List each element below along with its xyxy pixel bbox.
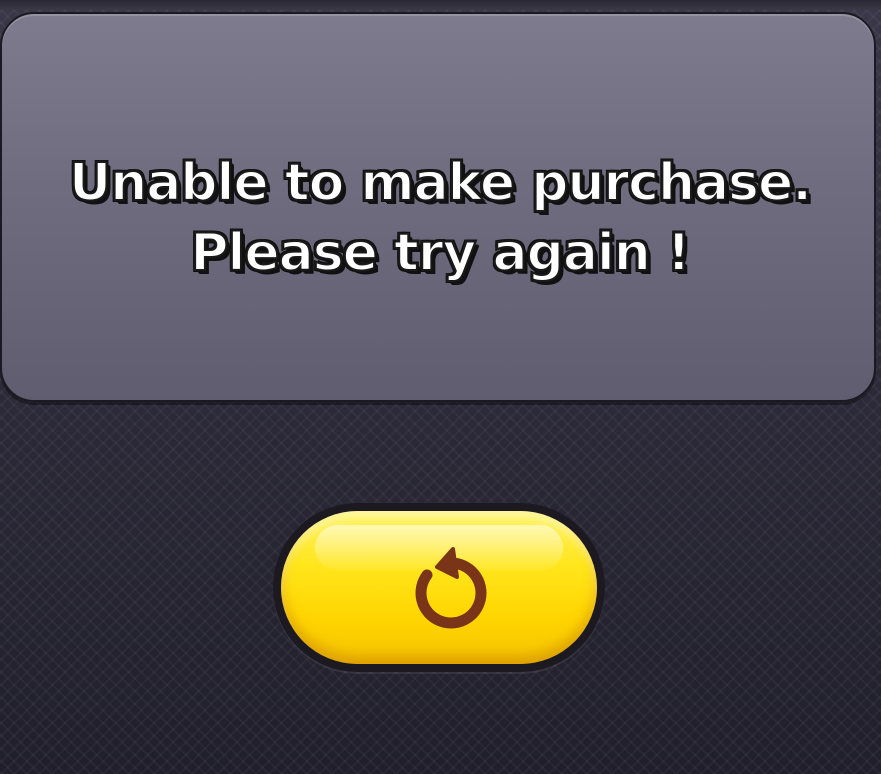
- top-border: [0, 0, 881, 10]
- error-message: Unable to make purchase. Please try agai…: [22, 148, 858, 288]
- message-panel: Unable to make purchase. Please try agai…: [0, 12, 876, 402]
- retry-arrow-icon: [415, 547, 487, 629]
- error-message-line-1: Unable to make purchase.: [68, 152, 813, 214]
- retry-button[interactable]: [273, 503, 605, 672]
- retry-button-face[interactable]: [281, 511, 597, 664]
- error-message-line-2: Please try again !: [189, 222, 691, 284]
- error-dialog-screen: Unable to make purchase. Please try agai…: [0, 0, 881, 774]
